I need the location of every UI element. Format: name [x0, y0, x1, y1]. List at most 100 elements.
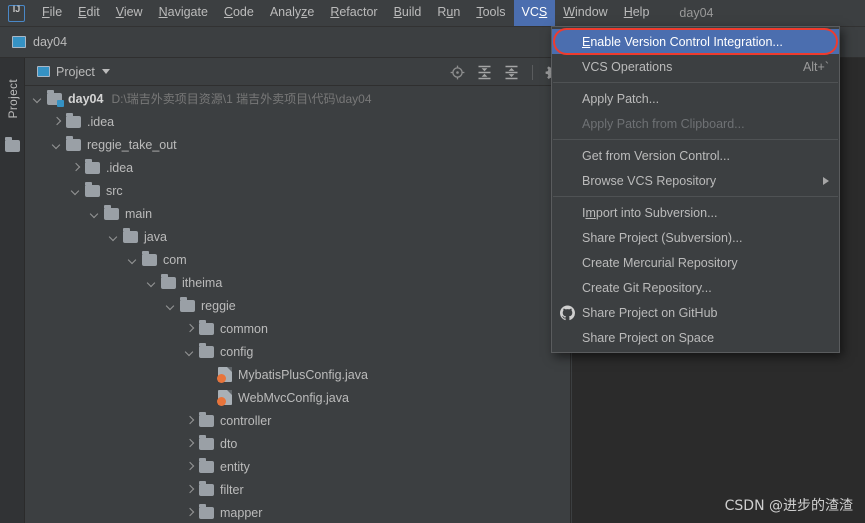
chevron-down-icon[interactable] — [109, 232, 118, 241]
menu-edit[interactable]: Edit — [70, 0, 108, 26]
tree-node-label: day04 — [68, 91, 104, 106]
menu-item-label: Share Project on Space — [582, 330, 715, 345]
chevron-down-icon[interactable] — [52, 140, 61, 149]
tree-node-webmvcconfig-java[interactable]: WebMvcConfig.java — [25, 386, 571, 409]
tree-node-label: reggie_take_out — [87, 137, 177, 152]
collapse-all-icon[interactable] — [503, 64, 520, 81]
menu-analyze[interactable]: Analyze — [262, 0, 322, 26]
tree-node-dto[interactable]: dto — [25, 432, 571, 455]
tree-node-day04[interactable]: day04 D:\瑞吉外卖项目资源\1 瑞吉外卖项目\代码\day04 — [25, 87, 571, 110]
module-icon — [12, 36, 26, 48]
stripe-tab-project[interactable]: Project — [0, 64, 25, 134]
tree-node-common[interactable]: common — [25, 317, 571, 340]
menu-tools[interactable]: Tools — [468, 0, 513, 26]
chevron-right-icon[interactable] — [71, 163, 80, 172]
tree-node-java[interactable]: java — [25, 225, 571, 248]
chevron-right-icon[interactable] — [52, 117, 61, 126]
menu-navigate[interactable]: Navigate — [151, 0, 216, 26]
menu-item-enable-version-control-integration[interactable]: Enable Version Control Integration... — [552, 29, 839, 54]
project-panel-title: Project — [56, 64, 95, 79]
chevron-right-icon[interactable] — [185, 462, 194, 471]
tree-node-config[interactable]: config — [25, 340, 571, 363]
chevron-down-icon[interactable] — [71, 186, 80, 195]
intellij-idea-logo-icon — [8, 4, 25, 22]
tree-node--idea[interactable]: .idea — [25, 110, 571, 133]
menu-item-vcs-operations[interactable]: VCS Operations Alt+` — [552, 54, 839, 79]
menu-view[interactable]: View — [108, 0, 151, 26]
menu-item-share-project-on-github[interactable]: Share Project on GitHub — [552, 300, 839, 325]
chevron-right-icon[interactable] — [185, 439, 194, 448]
menu-item-import-into-subversion[interactable]: Import into Subversion... — [552, 200, 839, 225]
tree-node-label: entity — [220, 459, 250, 474]
menu-item-browse-vcs-repository[interactable]: Browse VCS Repository — [552, 168, 839, 193]
tree-node-label: .idea — [106, 160, 134, 175]
menu-help[interactable]: Help — [616, 0, 658, 26]
folder-icon — [66, 112, 81, 128]
vcs-dropdown-menu[interactable]: Enable Version Control Integration... VCS… — [551, 26, 840, 353]
tree-node-label: mapper — [220, 505, 263, 520]
menu-item-label: Share Project (Subversion)... — [582, 230, 743, 245]
tree-node--idea[interactable]: .idea — [25, 156, 571, 179]
tree-node-filter[interactable]: filter — [25, 478, 571, 501]
ide-window: FileEditViewNavigateCodeAnalyzeRefactorB… — [0, 0, 865, 523]
menu-build[interactable]: Build — [386, 0, 430, 26]
menu-item-share-project-subversion[interactable]: Share Project (Subversion)... — [552, 225, 839, 250]
menu-refactor[interactable]: Refactor — [322, 0, 385, 26]
menu-vcs[interactable]: VCS — [513, 0, 556, 26]
menu-window[interactable]: Window — [555, 0, 615, 26]
menu-item-share-project-on-space[interactable]: Share Project on Space — [552, 325, 839, 350]
project-tool-window: Project day04 D:\瑞吉外卖项目资源\1 瑞吉外卖项目\代码\da… — [25, 58, 571, 523]
chevron-down-icon[interactable] — [128, 255, 137, 264]
menu-item-label: Enable Version Control Integration... — [582, 34, 783, 49]
chevron-right-icon[interactable] — [185, 508, 194, 517]
menu-item-apply-patch[interactable]: Apply Patch... — [552, 86, 839, 111]
tree-node-label: java — [144, 229, 167, 244]
expand-all-icon[interactable] — [476, 64, 493, 81]
tree-node-label: controller — [220, 413, 272, 428]
project-tree[interactable]: day04 D:\瑞吉外卖项目资源\1 瑞吉外卖项目\代码\day04 .idea r… — [25, 87, 571, 523]
tree-node-reggie-take-out[interactable]: reggie_take_out — [25, 133, 571, 156]
tree-node-controller[interactable]: controller — [25, 409, 571, 432]
menu-item-create-mercurial-repository[interactable]: Create Mercurial Repository — [552, 250, 839, 275]
breadcrumb[interactable]: day04 — [12, 35, 67, 49]
menu-file[interactable]: File — [34, 0, 70, 26]
tree-node-entity[interactable]: entity — [25, 455, 571, 478]
folder-icon — [180, 296, 195, 312]
folder-icon — [142, 250, 157, 266]
menu-code[interactable]: Code — [216, 0, 262, 26]
project-view-selector[interactable]: Project — [37, 65, 110, 79]
chevron-down-icon[interactable] — [90, 209, 99, 218]
menu-item-get-from-version-control[interactable]: Get from Version Control... — [552, 143, 839, 168]
chevron-down-icon[interactable] — [166, 301, 175, 310]
tree-node-mybatisplusconfig-java[interactable]: MybatisPlusConfig.java — [25, 363, 571, 386]
locate-in-tree-icon[interactable] — [449, 64, 466, 81]
menu-run[interactable]: Run — [429, 0, 468, 26]
chevron-right-icon[interactable] — [185, 324, 194, 333]
module-icon — [37, 66, 50, 77]
tree-node-src[interactable]: src — [25, 179, 571, 202]
chevron-down-icon[interactable] — [101, 69, 110, 74]
project-panel-header: Project — [25, 58, 570, 86]
tree-node-label: WebMvcConfig.java — [238, 390, 349, 405]
chevron-down-icon[interactable] — [33, 94, 42, 103]
menu-separator — [553, 82, 838, 83]
chevron-down-icon[interactable] — [147, 278, 156, 287]
tree-node-com[interactable]: com — [25, 248, 571, 271]
folder-icon[interactable] — [5, 137, 20, 152]
menu-item-create-git-repository[interactable]: Create Git Repository... — [552, 275, 839, 300]
tree-node-mapper[interactable]: mapper — [25, 501, 571, 523]
folder-icon — [199, 319, 214, 335]
tree-node-label: reggie — [201, 298, 236, 313]
tree-node-label: config — [220, 344, 254, 359]
tree-node-main[interactable]: main — [25, 202, 571, 225]
tree-node-reggie[interactable]: reggie — [25, 294, 571, 317]
folder-icon — [161, 273, 176, 289]
tree-node-label: itheima — [182, 275, 223, 290]
tree-node-itheima[interactable]: itheima — [25, 271, 571, 294]
menu-item-label: Browse VCS Repository — [582, 173, 717, 188]
chevron-down-icon[interactable] — [185, 347, 194, 356]
tree-node-label: dto — [220, 436, 238, 451]
chevron-right-icon[interactable] — [185, 416, 194, 425]
chevron-right-icon[interactable] — [185, 485, 194, 494]
